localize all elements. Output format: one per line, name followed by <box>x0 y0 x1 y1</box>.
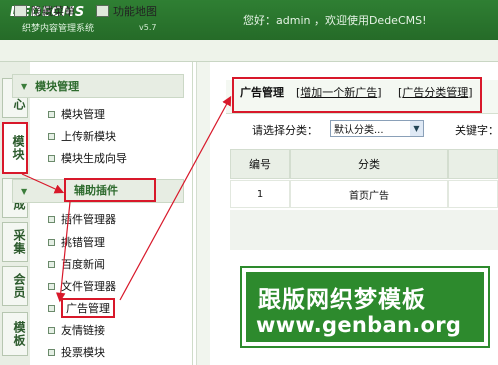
menu-item-module-wizard[interactable]: 模块生成向导 <box>48 150 127 166</box>
menu-item-ad-manage[interactable]: 广告管理 <box>48 298 115 318</box>
panel-splitter[interactable] <box>196 62 210 365</box>
logo-subtitle: 织梦内容管理系统 <box>22 24 95 34</box>
bullet-icon <box>48 260 55 268</box>
menu-item-label: 插件管理器 <box>61 213 116 226</box>
bullet-icon <box>48 238 55 246</box>
site-map-label: 功能地图 <box>113 5 157 18</box>
bullet-icon <box>48 132 55 140</box>
welcome-text: 您好：admin ，欢迎使用DedeCMS! <box>243 14 427 27</box>
page-title: 广告管理 <box>240 86 284 99</box>
ad-category-label: 广告分类管理 <box>402 86 469 99</box>
menu-item-friend-links[interactable]: 友情链接 <box>48 322 105 338</box>
menu-item-label: 文件管理器 <box>61 280 116 293</box>
tab-module[interactable]: 模块 <box>2 122 28 174</box>
tab-collect[interactable]: 采集 <box>2 222 28 262</box>
menu-item-label: 投票模块 <box>61 346 105 359</box>
menu-item-baidu-news[interactable]: 百度新闻 <box>48 256 105 272</box>
chevron-down-icon: ▼ <box>21 81 28 91</box>
bullet-icon <box>48 326 55 334</box>
bullet-icon <box>48 215 55 223</box>
add-ad-link[interactable]: [增加一个新广告] <box>296 84 382 100</box>
table-footer-area <box>230 210 498 250</box>
menu-item-label: 百度新闻 <box>61 258 105 271</box>
add-ad-label: 增加一个新广告 <box>300 86 378 99</box>
column-header-extra <box>448 149 498 179</box>
menu-item-upload-module[interactable]: 上传新模块 <box>48 128 116 144</box>
bullet-icon <box>48 348 55 356</box>
menu-icon <box>14 5 27 17</box>
menu-item-label: 模块管理 <box>61 108 105 121</box>
map-icon <box>96 5 109 17</box>
menu-item-label: 模块生成向导 <box>61 152 127 165</box>
column-header-id: 编号 <box>230 149 290 179</box>
tab-template[interactable]: 模板 <box>2 312 28 356</box>
bullet-icon <box>48 154 55 162</box>
bullet-icon <box>48 110 55 118</box>
bullet-icon <box>48 304 55 312</box>
hide-menu-button[interactable]: 隐藏菜单 <box>14 4 75 18</box>
hide-menu-label: 隐藏菜单 <box>31 5 75 18</box>
table-cell-category: 首页广告 <box>290 180 448 208</box>
menu-item-error-manage[interactable]: 挑错管理 <box>48 234 105 250</box>
bullet-icon <box>48 282 55 290</box>
menu-item-label: 挑错管理 <box>61 236 105 249</box>
watermark-url: www.genban.org <box>256 313 462 337</box>
tab-member[interactable]: 会员 <box>2 266 28 306</box>
plugins-section-highlight: 辅助插件 <box>64 178 156 202</box>
section-title: 辅助插件 <box>74 184 118 197</box>
filter-label: 请选择分类： <box>252 124 318 137</box>
table-cell-id: 1 <box>230 180 290 208</box>
menu-item-vote-module[interactable]: 投票模块 <box>48 344 105 360</box>
menu-item-label: 上传新模块 <box>61 130 116 143</box>
menu-item-label: 广告管理 <box>61 298 115 318</box>
keyword-label: 关键字： <box>455 124 498 137</box>
menu-item-label: 友情链接 <box>61 324 105 337</box>
menu-item-file-manager[interactable]: 文件管理器 <box>48 278 116 294</box>
ad-category-link[interactable]: [广告分类管理] <box>398 84 473 100</box>
toolbar <box>0 40 498 62</box>
watermark-title: 跟版网织梦模板 <box>258 287 426 313</box>
version-label: v5.7 <box>139 23 157 32</box>
site-map-button[interactable]: 功能地图 <box>96 4 157 18</box>
table-cell-extra <box>448 180 498 208</box>
column-header-category: 分类 <box>290 149 448 179</box>
section-title: 模块管理 <box>35 80 80 93</box>
chevron-down-icon[interactable]: ▼ <box>410 121 423 136</box>
category-select-value: 默认分类... <box>334 125 384 136</box>
chevron-down-icon: ▼ <box>21 186 28 196</box>
section-module-manage[interactable]: ▼ 模块管理 <box>12 74 184 98</box>
menu-item-module-manage[interactable]: 模块管理 <box>48 106 105 122</box>
menu-item-plugin-manager[interactable]: 插件管理器 <box>48 211 116 227</box>
